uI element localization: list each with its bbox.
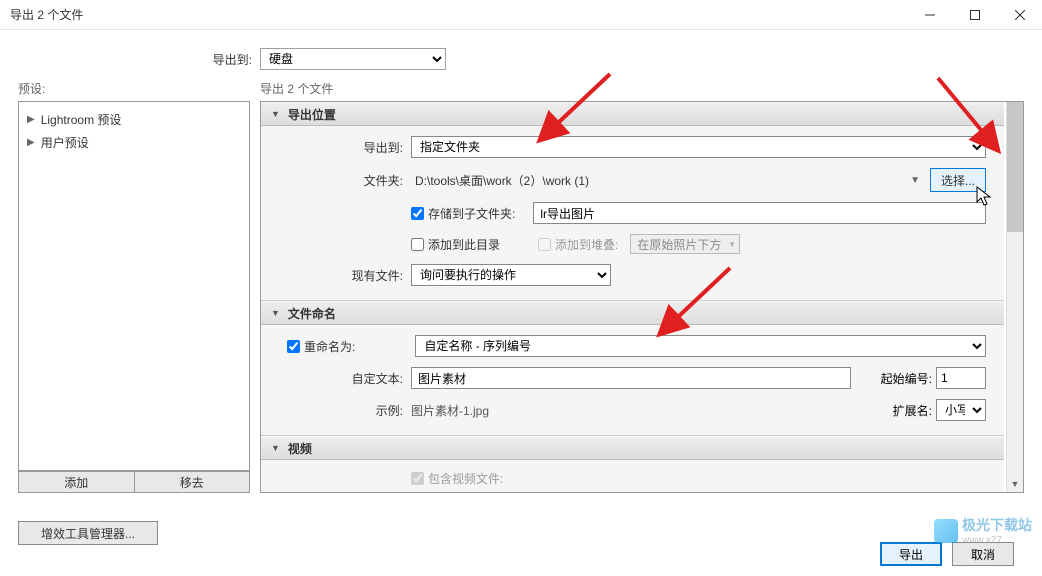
choose-folder-button[interactable]: 选择...: [930, 168, 986, 192]
close-button[interactable]: [997, 0, 1042, 30]
triangle-down-icon: ▼: [271, 443, 280, 453]
triangle-down-icon: ▼: [271, 109, 280, 119]
custom-text-input[interactable]: [411, 367, 851, 389]
section-title: 文件命名: [288, 305, 336, 322]
add-catalog-label: 添加到此目录: [428, 236, 500, 253]
title-bar: 导出 2 个文件: [0, 0, 1042, 30]
add-catalog-checkbox[interactable]: 添加到此目录: [411, 236, 500, 253]
window-title: 导出 2 个文件: [10, 6, 907, 23]
section-title: 导出位置: [288, 106, 336, 123]
start-number-input[interactable]: [936, 367, 986, 389]
plugin-manager-button[interactable]: 增效工具管理器...: [18, 521, 158, 545]
export-to-select[interactable]: 指定文件夹: [411, 136, 986, 158]
dialog-footer: 导出 取消: [880, 542, 1014, 566]
maximize-button[interactable]: [952, 0, 997, 30]
destination-label: 导出到:: [0, 51, 260, 68]
export-button[interactable]: 导出: [880, 542, 942, 566]
rename-label: 重命名为:: [304, 338, 355, 355]
existing-files-select[interactable]: 询问要执行的操作: [411, 264, 611, 286]
example-label: 示例:: [279, 402, 411, 419]
export-to-label: 导出到:: [279, 139, 411, 156]
vertical-scrollbar[interactable]: ▲ ▼: [1006, 102, 1023, 492]
subfolder-label: 存储到子文件夹:: [428, 205, 515, 222]
triangle-right-icon: ▶: [27, 114, 35, 125]
presets-list[interactable]: ▶ Lightroom 预设 ▶ 用户预设: [18, 101, 250, 471]
subfolder-input[interactable]: [533, 202, 986, 224]
preset-label: Lightroom 预设: [41, 111, 122, 128]
settings-panel: ▼ 导出位置 导出到: 指定文件夹 文件夹:: [260, 101, 1024, 493]
triangle-down-icon: ▼: [271, 308, 280, 318]
extension-case-select[interactable]: 小写: [936, 399, 986, 421]
add-stack-label: 添加到堆叠:: [555, 236, 618, 253]
section-header-naming[interactable]: ▼ 文件命名: [261, 301, 1004, 325]
destination-row: 导出到: 硬盘: [0, 30, 1042, 80]
folder-path: D:\tools\桌面\work（2）\work (1): [411, 172, 900, 189]
cancel-button[interactable]: 取消: [952, 542, 1014, 566]
scrollbar-thumb[interactable]: [1007, 102, 1023, 232]
preset-item-lightroom[interactable]: ▶ Lightroom 预设: [27, 108, 241, 131]
triangle-right-icon: ▶: [27, 137, 35, 148]
export-count-heading: 导出 2 个文件: [260, 80, 1024, 97]
rename-checkbox[interactable]: 重命名为:: [287, 338, 355, 355]
destination-select[interactable]: 硬盘: [260, 48, 446, 70]
custom-text-label: 自定文本:: [279, 370, 411, 387]
section-export-location: ▼ 导出位置 导出到: 指定文件夹 文件夹:: [261, 102, 1004, 301]
preset-item-user[interactable]: ▶ 用户预设: [27, 131, 241, 154]
subfolder-checkbox[interactable]: 存储到子文件夹:: [411, 205, 515, 222]
section-file-naming: ▼ 文件命名 重命名为: 自定名称 - 序列编号: [261, 301, 1004, 436]
scroll-down-icon[interactable]: ▼: [1007, 475, 1023, 492]
existing-label: 现有文件:: [279, 267, 411, 284]
section-header-video[interactable]: ▼ 视频: [261, 436, 1004, 460]
start-number-label: 起始编号:: [881, 370, 932, 387]
presets-heading: 预设:: [18, 80, 250, 97]
section-video: ▼ 视频 包含视频文件: 视频格式:: [261, 436, 1004, 492]
folder-dropdown-icon[interactable]: ▼: [906, 175, 924, 186]
add-stack-checkbox: 添加到堆叠:: [538, 236, 618, 253]
section-header-location[interactable]: ▼ 导出位置: [261, 102, 1004, 126]
folder-label: 文件夹:: [279, 172, 411, 189]
include-video-checkbox: 包含视频文件:: [411, 470, 503, 487]
preset-label: 用户预设: [41, 134, 89, 151]
example-value: 图片素材-1.jpg: [411, 402, 893, 419]
extension-label: 扩展名:: [893, 402, 932, 419]
include-video-label: 包含视频文件:: [428, 470, 503, 487]
stack-position-select: 在原始照片下方: [630, 234, 740, 254]
naming-template-select[interactable]: 自定名称 - 序列编号: [415, 335, 986, 357]
minimize-button[interactable]: [907, 0, 952, 30]
section-title: 视频: [288, 440, 312, 457]
preset-add-button[interactable]: 添加: [18, 471, 135, 493]
preset-remove-button[interactable]: 移去: [135, 471, 251, 493]
